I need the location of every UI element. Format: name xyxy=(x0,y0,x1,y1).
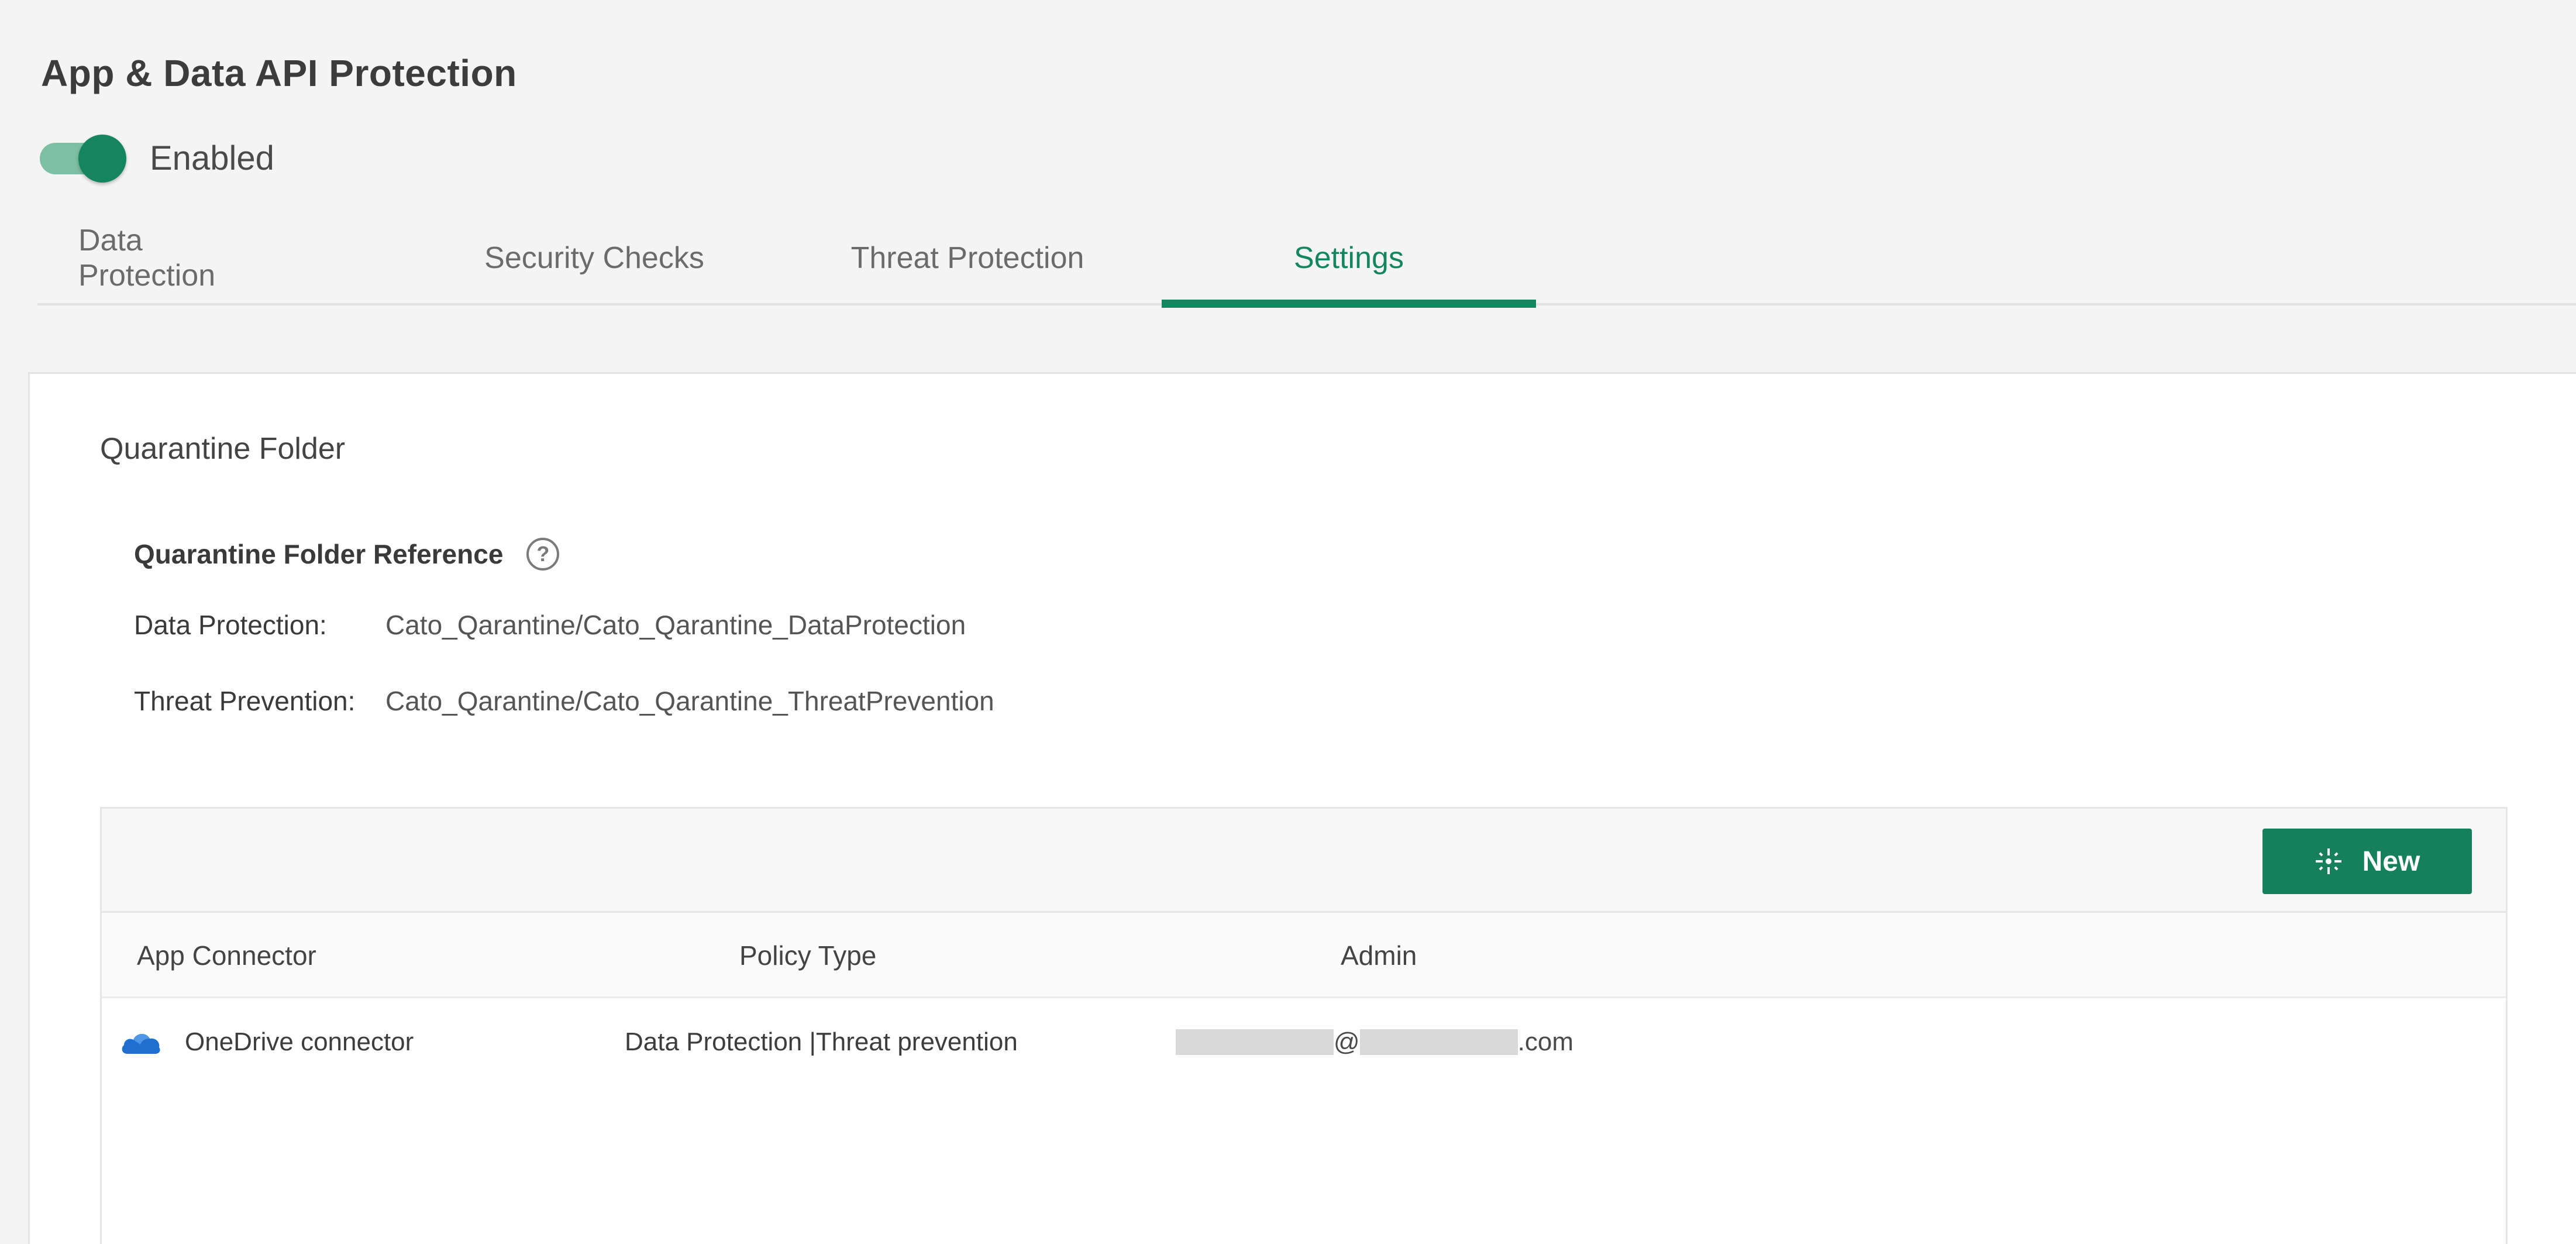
enable-toggle[interactable] xyxy=(40,135,126,183)
quarantine-row-data-protection: Data Protection: Cato_Qarantine/Cato_Qar… xyxy=(134,609,966,641)
redacted-block xyxy=(1359,1029,1518,1055)
settings-panel: Quarantine Folder Quarantine Folder Refe… xyxy=(28,372,2576,1244)
column-header-policy-type[interactable]: Policy Type xyxy=(739,913,876,998)
column-header-app-connector[interactable]: App Connector xyxy=(137,913,316,998)
enable-toggle-group: Enabled xyxy=(40,135,274,183)
new-button[interactable]: New xyxy=(2262,829,2472,894)
sparkle-icon xyxy=(2315,848,2341,874)
table-row[interactable]: OneDrive connector Data Protection |Thre… xyxy=(102,998,2506,1086)
quarantine-row-label: Data Protection: xyxy=(134,610,327,640)
admin-suffix: .com xyxy=(1517,1027,1574,1056)
page-title: App & Data API Protection xyxy=(41,52,517,94)
quarantine-reference-title: Quarantine Folder Reference ? xyxy=(134,538,560,571)
admin-at: @ xyxy=(1334,1027,1360,1056)
quarantine-row-threat-prevention: Threat Prevention: Cato_Qarantine/Cato_Q… xyxy=(134,685,994,717)
page: App & Data API Protection Enabled Data P… xyxy=(0,0,2576,1244)
table-header: App Connector Policy Type Admin xyxy=(102,913,2506,998)
tab-settings[interactable]: Settings xyxy=(1162,211,1536,308)
column-header-admin[interactable]: Admin xyxy=(1341,913,1417,998)
toggle-knob xyxy=(78,135,126,183)
quarantine-row-value: Cato_Qarantine/Cato_Qarantine_ThreatPrev… xyxy=(385,686,994,716)
question-circle-icon[interactable]: ? xyxy=(526,538,560,571)
onedrive-cloud-icon xyxy=(122,1033,160,1054)
quarantine-row-value: Cato_Qarantine/Cato_Qarantine_DataProtec… xyxy=(385,610,966,640)
table-toolbar: New xyxy=(102,809,2506,913)
section-title: Quarantine Folder xyxy=(100,432,346,466)
tab-bar: Data Protection Security Checks Threat P… xyxy=(37,211,2576,308)
connector-cell: OneDrive connector xyxy=(119,998,414,1086)
quarantine-reference-label: Quarantine Folder Reference xyxy=(134,539,504,569)
quarantine-row-label: Threat Prevention: xyxy=(134,686,356,716)
admin-cell: @ .com xyxy=(1176,998,1573,1086)
redacted-block xyxy=(1176,1029,1334,1055)
tab-threat-protection[interactable]: Threat Protection xyxy=(845,211,1090,305)
policy-type-cell: Data Protection |Threat prevention xyxy=(625,1027,1018,1056)
tab-security-checks[interactable]: Security Checks xyxy=(483,211,705,305)
admin-email: @ .com xyxy=(1176,1027,1573,1057)
toggle-label: Enabled xyxy=(150,139,274,177)
new-button-label: New xyxy=(2362,846,2420,877)
connectors-table: New App Connector Policy Type Admin OneD… xyxy=(100,807,2508,1244)
tab-data-protection[interactable]: Data Protection xyxy=(78,211,254,305)
connector-name: OneDrive connector xyxy=(185,1027,414,1056)
